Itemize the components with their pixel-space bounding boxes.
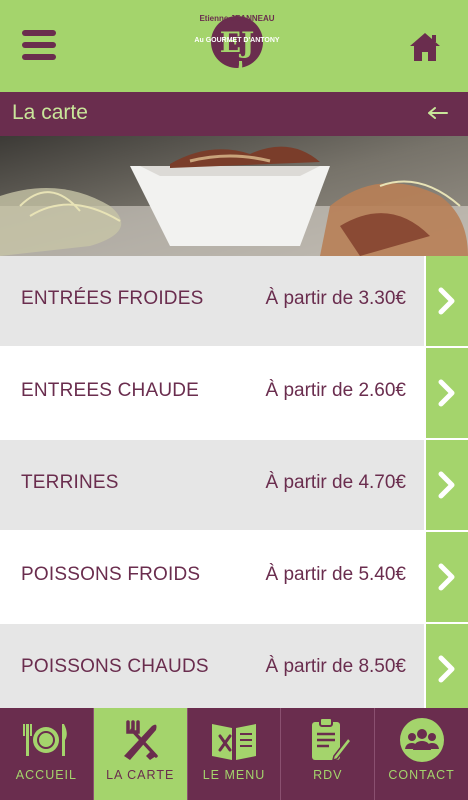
plate-cutlery-icon (22, 716, 70, 764)
svg-text:Au GOURMET D'ANTONY: Au GOURMET D'ANTONY (194, 37, 279, 44)
page-title: La carte (12, 101, 88, 124)
tab-contact[interactable]: CONTACT (374, 708, 468, 800)
category-price: À partir de 2.60€ (265, 380, 406, 401)
fork-knife-icon (116, 716, 164, 764)
hero-food-image (0, 136, 468, 256)
chevron-right-icon[interactable] (424, 532, 468, 622)
tab-label: LA CARTE (106, 768, 175, 782)
tab-la-carte[interactable]: LA CARTE (92, 708, 187, 800)
category-price: À partir de 4.70€ (265, 472, 406, 493)
list-item[interactable]: POISSONS FROIDS À partir de 5.40€ (0, 532, 468, 624)
top-bar: EJ Etienne JEANNEAU Au GOURMET D'ANTONY (0, 0, 468, 92)
category-price: À partir de 8.50€ (265, 656, 406, 677)
category-price: À partir de 5.40€ (265, 564, 406, 585)
hamburger-menu-icon[interactable] (22, 30, 56, 60)
page-title-bar: La carte (0, 92, 468, 136)
tab-accueil[interactable]: ACCUEIL (0, 708, 93, 800)
tab-label: LE MENU (202, 768, 266, 782)
tab-label: ACCUEIL (15, 768, 77, 782)
contact-group-icon (398, 716, 446, 764)
category-name: ENTREES CHAUDE (21, 380, 200, 401)
brand-logo: EJ Etienne JEANNEAU Au GOURMET D'ANTONY (190, 6, 284, 86)
category-name: ENTRÉES FROIDES (21, 288, 204, 309)
chevron-right-icon[interactable] (424, 624, 468, 714)
list-item[interactable]: TERRINES À partir de 4.70€ (0, 440, 468, 532)
back-arrow-icon[interactable] (424, 102, 452, 126)
home-icon[interactable] (408, 30, 442, 64)
tab-rdv[interactable]: RDV (280, 708, 374, 800)
bottom-tab-bar: ACCUEIL LA CARTE LE MENU RDV CONTACT (0, 708, 468, 800)
list-item[interactable]: ENTREES CHAUDE À partir de 2.60€ (0, 348, 468, 440)
clipboard-icon (304, 716, 352, 764)
category-name: TERRINES (21, 472, 119, 493)
svg-text:Etienne JEANNEAU: Etienne JEANNEAU (199, 14, 274, 23)
tab-le-menu[interactable]: LE MENU (186, 708, 281, 800)
chevron-right-icon[interactable] (424, 348, 468, 438)
menu-category-list: ENTRÉES FROIDES À partir de 3.30€ ENTREE… (0, 256, 468, 716)
category-name: POISSONS CHAUDS (21, 656, 209, 677)
list-item[interactable]: POISSONS CHAUDS À partir de 8.50€ (0, 624, 468, 716)
tab-label: RDV (313, 768, 343, 782)
category-price: À partir de 3.30€ (265, 288, 406, 309)
chevron-right-icon[interactable] (424, 440, 468, 530)
chevron-right-icon[interactable] (424, 256, 468, 346)
category-name: POISSONS FROIDS (21, 564, 201, 585)
tab-label: CONTACT (388, 768, 455, 782)
menu-book-icon (210, 716, 258, 764)
list-item[interactable]: ENTRÉES FROIDES À partir de 3.30€ (0, 256, 468, 348)
